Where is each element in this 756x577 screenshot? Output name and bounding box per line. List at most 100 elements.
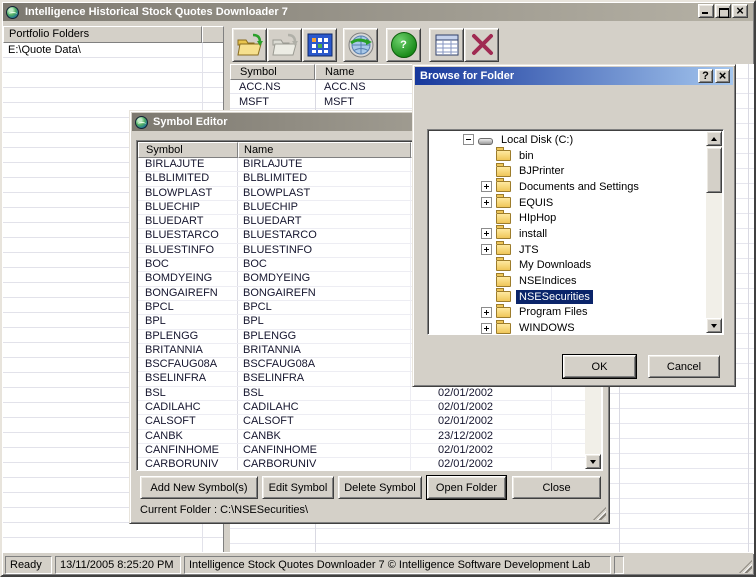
symbol-cell[interactable]: CADILAHC	[138, 401, 238, 414]
main-titlebar[interactable]: Intelligence Historical Stock Quotes Dow…	[3, 3, 753, 21]
tree-item-label[interactable]: Local Disk (C:)	[498, 133, 576, 147]
symbol-row[interactable]: CALSOFT CALSOFT 02/01/2002	[138, 415, 585, 429]
symbol-table-button[interactable]	[429, 28, 464, 62]
tree-item[interactable]: NSESecurities	[429, 289, 706, 305]
maximize-button[interactable]	[715, 4, 731, 18]
tree-item-label[interactable]: JTS	[516, 243, 542, 257]
tree-item-label[interactable]: HIpHop	[516, 211, 559, 225]
symbol-row[interactable]: CANBK CANBK 23/12/2002	[138, 430, 585, 444]
ok-button[interactable]: OK	[563, 355, 636, 378]
tree-item-label[interactable]: install	[516, 227, 550, 241]
symbol-cell[interactable]: BLOWPLAST	[138, 187, 238, 200]
cancel-button[interactable]: Cancel	[648, 355, 720, 378]
portfolio-folders-header-label[interactable]: Portfolio Folders	[3, 26, 202, 43]
name-cell[interactable]: CADILAHC	[238, 401, 411, 414]
window-resize-grip[interactable]	[739, 560, 752, 573]
symbol-cell[interactable]: BSL	[138, 387, 238, 400]
folder-tree[interactable]: Local Disk (C:) bin BJPrinter	[427, 129, 724, 335]
download-quotes-button[interactable]	[343, 28, 378, 62]
scroll-down-icon[interactable]	[706, 318, 722, 333]
name-cell[interactable]: BRITANNIA	[238, 344, 411, 357]
expand-toggle-icon[interactable]	[481, 323, 492, 334]
tree-item-label[interactable]: NSESecurities	[516, 290, 593, 304]
date-cell[interactable]: 02/01/2002	[411, 401, 552, 414]
open-folder-button[interactable]	[232, 28, 267, 62]
symbol-cell[interactable]: BOMDYEING	[138, 272, 238, 285]
expand-toggle-icon[interactable]	[481, 181, 492, 192]
name-cell[interactable]: CANBK	[238, 430, 411, 443]
symbol-row[interactable]: BSL BSL 02/01/2002	[138, 387, 585, 401]
symbol-cell[interactable]: CARBORUNIV	[138, 458, 238, 471]
name-cell[interactable]: BOMDYEING	[238, 272, 411, 285]
name-cell[interactable]: BPLENGG	[238, 330, 411, 343]
dialog-help-button[interactable]	[698, 69, 713, 83]
name-cell[interactable]: BLUEDART	[238, 215, 411, 228]
tree-item[interactable]: HIpHop	[429, 210, 706, 226]
tree-item-label[interactable]: Program Files	[516, 305, 590, 319]
portfolio-folders-header[interactable]: Portfolio Folders	[3, 26, 224, 43]
exit-button[interactable]	[464, 28, 499, 62]
tree-item-label[interactable]: NSEIndices	[516, 274, 579, 288]
name-cell[interactable]: BLUESTARCO	[238, 229, 411, 242]
symbol-cell[interactable]: BIRLAJUTE	[138, 158, 238, 171]
name-cell[interactable]: BPL	[238, 315, 411, 328]
symbol-cell[interactable]: CANFINHOME	[138, 444, 238, 457]
tree-item-label[interactable]: WINDOWS	[516, 321, 578, 335]
tree-item[interactable]: Program Files	[429, 305, 706, 321]
name-cell[interactable]: BSCFAUG08A	[238, 358, 411, 371]
grid-view-button[interactable]	[302, 28, 337, 62]
tree-item-label[interactable]: EQUIS	[516, 196, 556, 210]
expand-toggle-icon[interactable]	[481, 307, 492, 318]
symbol-cell[interactable]: BLBLIMITED	[138, 172, 238, 185]
close-button[interactable]: Close	[512, 476, 601, 499]
add-new-symbols-button[interactable]: Add New Symbol(s)	[140, 476, 258, 499]
date-cell[interactable]: 02/01/2002	[411, 458, 552, 471]
name-cell[interactable]: CARBORUNIV	[238, 458, 411, 471]
tree-item[interactable]: Local Disk (C:)	[429, 132, 706, 148]
expand-toggle-icon[interactable]	[481, 228, 492, 239]
tree-item[interactable]: BJPrinter	[429, 163, 706, 179]
edit-symbol-button[interactable]: Edit Symbol	[262, 476, 334, 499]
date-cell[interactable]: 23/12/2002	[411, 430, 552, 443]
symbol-cell[interactable]: BLUESTARCO	[138, 229, 238, 242]
name-cell[interactable]: BPCL	[238, 301, 411, 314]
symbol-cell[interactable]: BPLENGG	[138, 330, 238, 343]
expand-toggle-icon[interactable]	[481, 197, 492, 208]
symbol-column-header[interactable]: Symbol	[230, 64, 315, 80]
browse-dialog-titlebar[interactable]: Browse for Folder	[415, 67, 733, 85]
symbol-cell[interactable]: MSFT	[230, 95, 315, 110]
name-cell[interactable]: BONGAIREFN	[238, 287, 411, 300]
tree-item[interactable]: JTS	[429, 242, 706, 258]
symbol-cell[interactable]: BLUEDART	[138, 215, 238, 228]
delete-symbol-button[interactable]: Delete Symbol	[338, 476, 422, 499]
symbol-row[interactable]: CADILAHC CADILAHC 02/01/2002	[138, 401, 585, 415]
symbol-cell[interactable]: BRITANNIA	[138, 344, 238, 357]
tree-item[interactable]: install	[429, 226, 706, 242]
expand-toggle-icon[interactable]	[463, 134, 474, 145]
scroll-down-icon[interactable]	[585, 454, 601, 469]
tree-item[interactable]: Documents and Settings	[429, 179, 706, 195]
dialog-close-button[interactable]	[715, 69, 730, 83]
tree-item[interactable]: My Downloads	[429, 258, 706, 274]
tree-item[interactable]: EQUIS	[429, 195, 706, 211]
symbol-cell[interactable]: BLUESTINFO	[138, 244, 238, 257]
symbol-cell[interactable]: BPCL	[138, 301, 238, 314]
scroll-up-icon[interactable]	[706, 131, 722, 146]
tree-item-label[interactable]: BJPrinter	[516, 164, 567, 178]
tree-item-label[interactable]: Documents and Settings	[516, 180, 642, 194]
tree-item[interactable]: WINDOWS	[429, 320, 706, 335]
symbol-cell[interactable]: BSELINFRA	[138, 372, 238, 385]
tree-item-label[interactable]: bin	[516, 149, 537, 163]
resize-grip[interactable]	[593, 507, 606, 520]
name-cell[interactable]: BOC	[238, 258, 411, 271]
symbol-row[interactable]: CARBORUNIV CARBORUNIV 02/01/2002	[138, 458, 585, 471]
tree-item[interactable]: bin	[429, 148, 706, 164]
symbol-cell[interactable]: BLUECHIP	[138, 201, 238, 214]
date-cell[interactable]: 02/01/2002	[411, 387, 552, 400]
open-folder-button[interactable]: Open Folder	[427, 476, 506, 499]
name-cell[interactable]: CANFINHOME	[238, 444, 411, 457]
name-cell[interactable]: BLUECHIP	[238, 201, 411, 214]
name-cell[interactable]: BSL	[238, 387, 411, 400]
symbol-column-header[interactable]: Symbol	[138, 142, 238, 158]
tree-item-label[interactable]: My Downloads	[516, 258, 594, 272]
